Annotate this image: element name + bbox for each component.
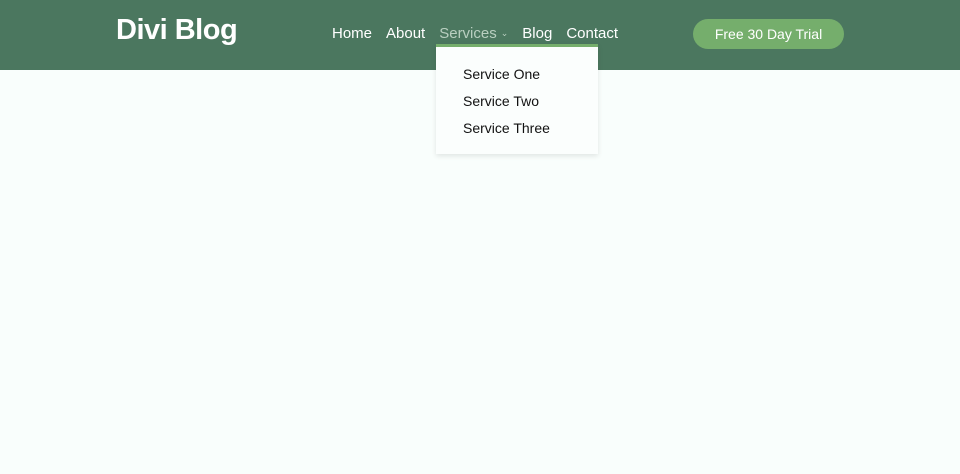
site-logo[interactable]: Divi Blog [116, 14, 238, 47]
free-trial-button[interactable]: Free 30 Day Trial [693, 19, 844, 49]
nav-services[interactable]: Services ⌄ [439, 25, 508, 42]
nav-contact[interactable]: Contact [566, 25, 618, 42]
nav-home[interactable]: Home [332, 25, 372, 42]
services-dropdown: Service One Service Two Service Three [436, 44, 598, 154]
nav-about[interactable]: About [386, 25, 425, 42]
dropdown-item-service-one[interactable]: Service One [463, 66, 540, 82]
chevron-down-icon: ⌄ [500, 28, 509, 38]
nav-blog[interactable]: Blog [522, 25, 552, 42]
dropdown-item-service-two[interactable]: Service Two [463, 93, 539, 109]
nav-services-label: Services [439, 25, 497, 42]
main-nav: Home About Services ⌄ Blog Contact [332, 25, 632, 42]
dropdown-item-service-three[interactable]: Service Three [463, 120, 550, 136]
